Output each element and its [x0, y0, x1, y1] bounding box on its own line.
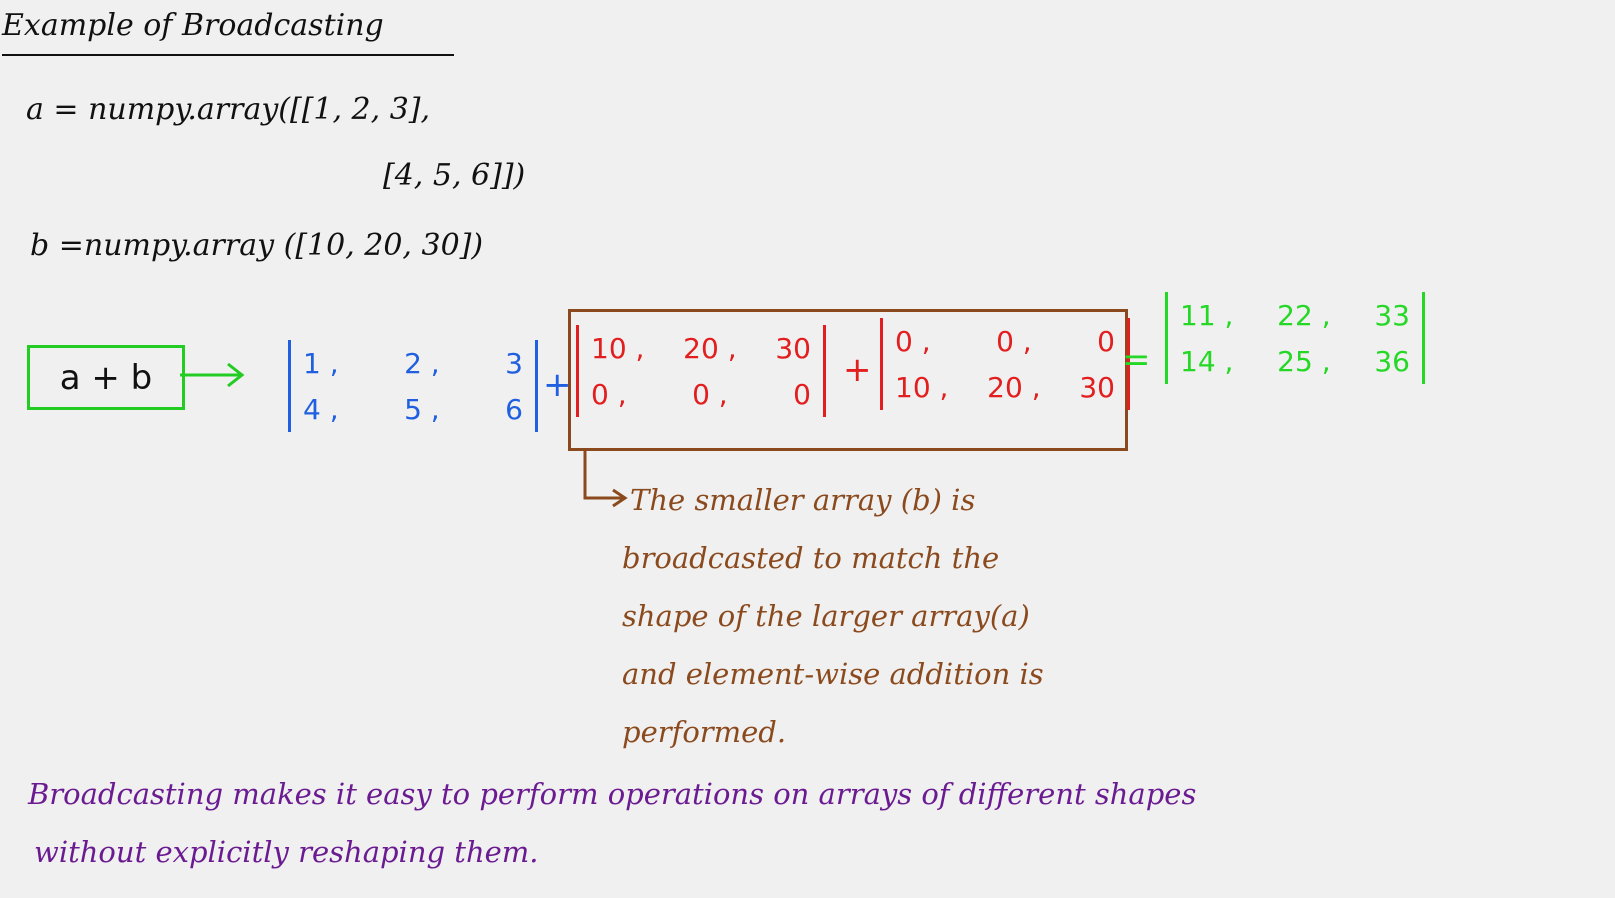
matrix-b-broadcast-1: 10 , 20 , 30 0 , 0 , 0: [576, 325, 826, 417]
matrix-cell: 14 ,: [1180, 344, 1234, 378]
note-line-1: The smaller array (b) is: [630, 483, 976, 517]
matrix-b2-row-2: 10 , 20 , 30: [895, 364, 1115, 410]
plus-sign-inner: +: [843, 350, 872, 390]
equals-sign: =: [1122, 340, 1151, 380]
matrix-b2-row-1: 0 , 0 , 0: [895, 318, 1115, 364]
matrix-cell: 10 ,: [895, 370, 949, 404]
matrix-cell: 30: [1079, 370, 1115, 404]
arrow-right-icon: [180, 362, 245, 388]
code-line-a1: a = numpy.array([[1, 2, 3],: [26, 92, 431, 127]
note-line-4: and element-wise addition is: [622, 657, 1044, 691]
matrix-cell: 0: [1097, 324, 1115, 358]
code-line-b: b =numpy.array ([10, 20, 30]): [30, 228, 484, 263]
matrix-b-broadcast-2: 0 , 0 , 0 10 , 20 , 30: [880, 318, 1130, 410]
matrix-cell: 0: [793, 377, 811, 411]
matrix-cell: 30: [775, 331, 811, 365]
matrix-a-row-1: 1 , 2 , 3: [303, 340, 523, 386]
matrix-cell: 2 ,: [404, 346, 440, 380]
note-line-3: shape of the larger array(a): [622, 599, 1030, 633]
matrix-b1-row-2: 0 , 0 , 0: [591, 371, 811, 417]
matrix-cell: 0 ,: [591, 377, 627, 411]
note-line-5: performed.: [622, 715, 787, 749]
matrix-cell: 0 ,: [996, 324, 1032, 358]
matrix-b1-row-1: 10 , 20 , 30: [591, 325, 811, 371]
matrix-cell: 6: [505, 392, 523, 426]
matrix-cell: 20 ,: [683, 331, 737, 365]
matrix-cell: 10 ,: [591, 331, 645, 365]
code-line-a2: [4, 5, 6]]): [383, 158, 526, 193]
expression-label-box: a + b: [27, 345, 185, 410]
callout-arrow-icon: [583, 448, 628, 508]
matrix-cell: 33: [1374, 298, 1410, 332]
matrix-cell: 36: [1374, 344, 1410, 378]
matrix-cell: 20 ,: [987, 370, 1041, 404]
matrix-cell: 3: [505, 346, 523, 380]
matrix-cell: 11 ,: [1180, 298, 1234, 332]
matrix-a-row-2: 4 , 5 , 6: [303, 386, 523, 432]
footer-line-1: Broadcasting makes it easy to perform op…: [28, 777, 1197, 811]
matrix-a: 1 , 2 , 3 4 , 5 , 6: [288, 340, 538, 432]
matrix-cell: 22 ,: [1277, 298, 1331, 332]
matrix-result-row-2: 14 , 25 , 36: [1180, 338, 1410, 384]
footer-line-2: without explicitly reshaping them.: [34, 835, 539, 869]
expression-label: a + b: [59, 357, 153, 398]
matrix-cell: 5 ,: [404, 392, 440, 426]
matrix-cell: 25 ,: [1277, 344, 1331, 378]
matrix-result: 11 , 22 , 33 14 , 25 , 36: [1165, 292, 1425, 384]
matrix-cell: 4 ,: [303, 392, 339, 426]
matrix-cell: 1 ,: [303, 346, 339, 380]
page-title: Example of Broadcasting: [2, 8, 384, 43]
matrix-cell: 0 ,: [692, 377, 728, 411]
matrix-cell: 0 ,: [895, 324, 931, 358]
note-line-2: broadcasted to match the: [622, 541, 1000, 575]
title-underline: [2, 54, 454, 56]
matrix-result-row-1: 11 , 22 , 33: [1180, 292, 1410, 338]
